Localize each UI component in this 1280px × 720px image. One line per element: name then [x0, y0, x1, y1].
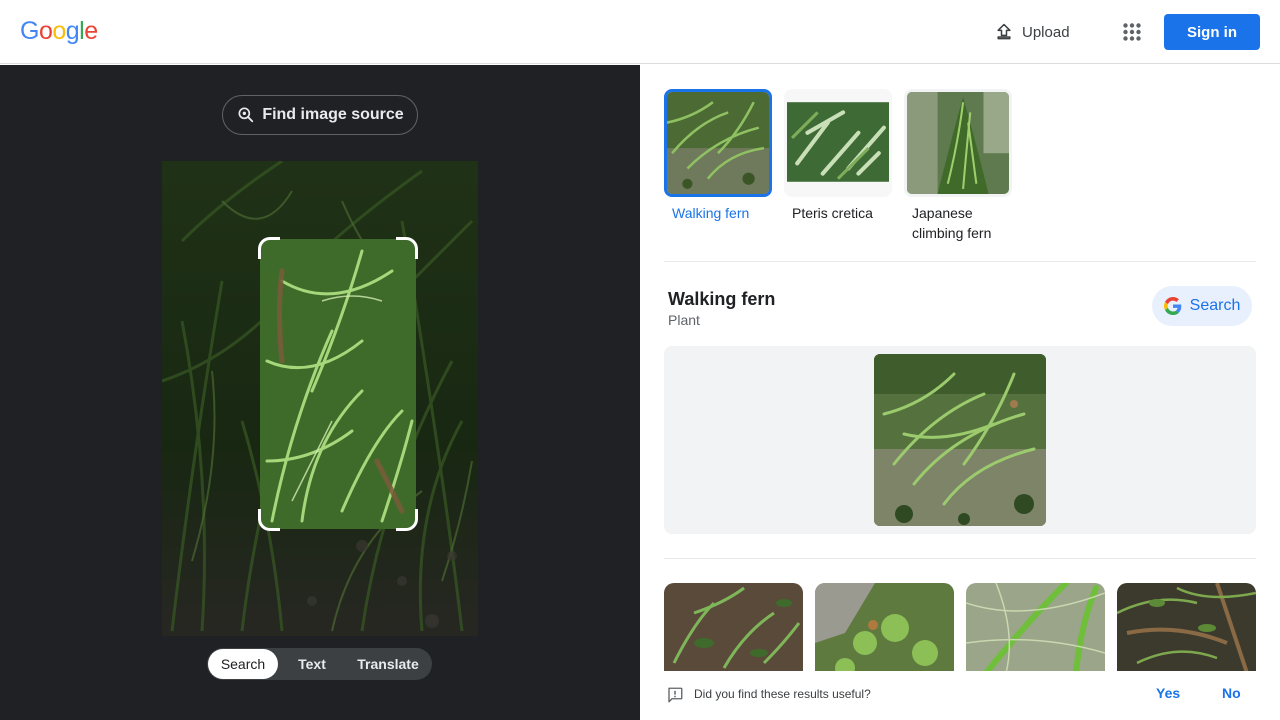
entity-title: Walking fern	[668, 289, 776, 309]
apps-grid-icon	[1123, 23, 1141, 41]
feedback-icon	[668, 687, 683, 703]
header: Google Upload Sign in	[0, 0, 1280, 64]
visual-matches-grid	[664, 583, 1256, 673]
google-search-button[interactable]: Search	[1152, 286, 1252, 326]
logo-letter: o	[52, 17, 66, 45]
logo-letter: o	[38, 17, 53, 45]
mode-tabs: Search Text Translate	[207, 648, 432, 680]
feedback-yes-button[interactable]: Yes	[1156, 685, 1180, 701]
entity-image-card[interactable]	[664, 346, 1256, 534]
chip-walking-fern[interactable]: Walking fern	[664, 89, 772, 243]
tab-translate[interactable]: Translate	[346, 649, 430, 679]
logo-letter: G	[20, 17, 39, 45]
feedback-no-button[interactable]: No	[1222, 685, 1241, 701]
entity-image	[874, 354, 1046, 526]
entity-subtitle: Plant	[668, 312, 700, 328]
crop-handle-top-left[interactable]	[258, 237, 280, 259]
crop-handle-top-right[interactable]	[396, 237, 418, 259]
find-image-source-label: Find image source	[262, 106, 404, 123]
entity-chips: Walking fern Pteris cretica Japanese cli…	[664, 89, 1012, 243]
crop-handle-bottom-right[interactable]	[396, 509, 418, 531]
logo-letter: e	[84, 17, 98, 45]
lens-search-icon	[238, 107, 254, 123]
visual-match-thumbnail[interactable]	[815, 583, 954, 673]
feedback-bar: Did you find these results useful? Yes N…	[640, 671, 1280, 720]
upload-button[interactable]: Upload	[984, 16, 1080, 48]
chip-thumbnail	[784, 89, 892, 197]
apps-button[interactable]	[1116, 16, 1148, 48]
chip-label: Walking fern	[672, 205, 750, 221]
chip-japanese-climbing-fern[interactable]: Japanese climbing fern	[904, 89, 1012, 243]
google-logo[interactable]: Google	[20, 17, 98, 46]
divider	[664, 558, 1256, 559]
upload-label: Upload	[1022, 23, 1070, 41]
chip-thumbnail	[904, 89, 1012, 197]
query-image[interactable]	[162, 161, 478, 636]
google-search-label: Search	[1189, 297, 1241, 314]
tab-search[interactable]: Search	[208, 649, 278, 679]
visual-match-thumbnail[interactable]	[664, 583, 803, 673]
visual-match-thumbnail[interactable]	[1117, 583, 1256, 673]
sign-in-button[interactable]: Sign in	[1164, 14, 1260, 50]
image-panel: Find image source Search Text Translate	[0, 65, 640, 720]
google-g-icon	[1163, 297, 1181, 315]
crop-handle-bottom-left[interactable]	[258, 509, 280, 531]
chip-label: Japanese climbing fern	[912, 205, 992, 241]
feedback-question: Did you find these results useful?	[694, 687, 871, 701]
visual-match-thumbnail[interactable]	[966, 583, 1105, 673]
crop-selection-box[interactable]	[258, 237, 418, 531]
results-panel: Walking fern Pteris cretica Japanese cli…	[640, 65, 1280, 720]
logo-letter: g	[65, 17, 80, 45]
tab-text[interactable]: Text	[278, 649, 346, 679]
chip-label: Pteris cretica	[792, 205, 873, 221]
chip-thumbnail	[664, 89, 772, 197]
chip-pteris-cretica[interactable]: Pteris cretica	[784, 89, 892, 243]
entity-header: Walking fern Plant	[668, 287, 775, 329]
find-image-source-button[interactable]: Find image source	[222, 95, 418, 135]
divider	[664, 261, 1256, 262]
upload-icon	[997, 23, 1011, 40]
